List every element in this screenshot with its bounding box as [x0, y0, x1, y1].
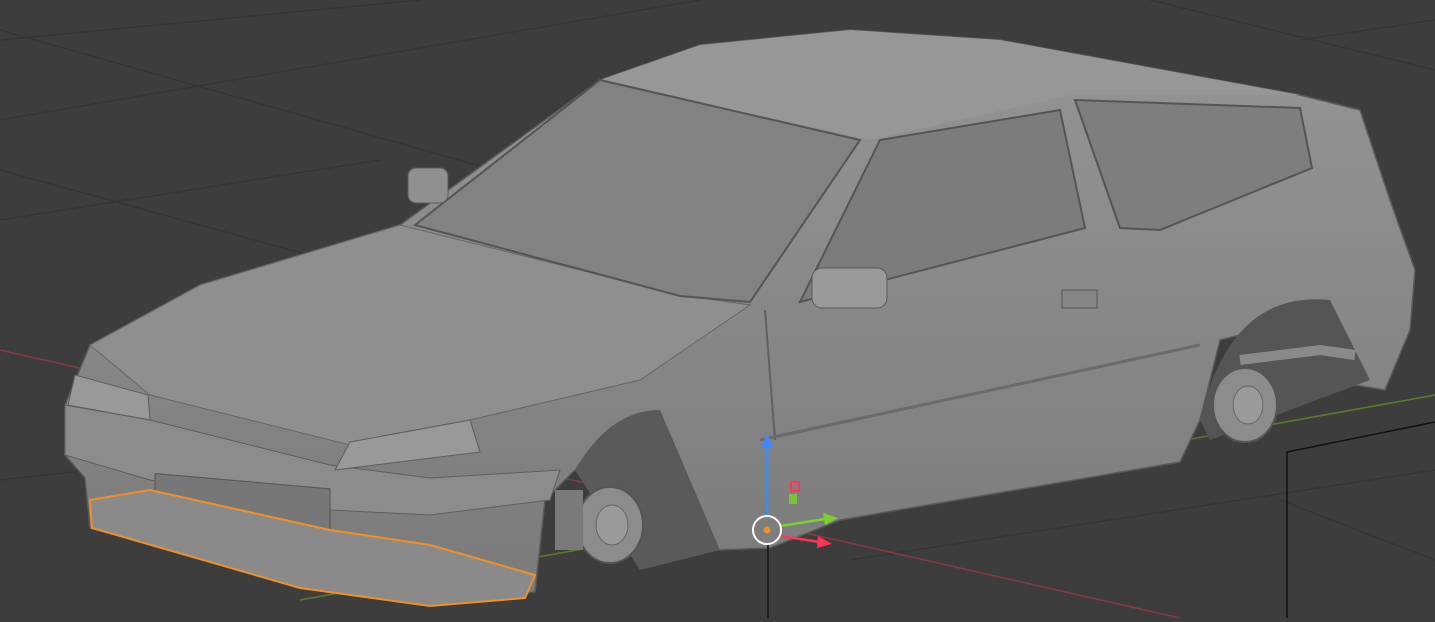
car-model[interactable]: [64, 29, 1416, 608]
door-handle: [1061, 289, 1098, 309]
3d-viewport[interactable]: [0, 0, 1435, 619]
rear-brake-disc: [1212, 367, 1278, 443]
hood-mirror: [407, 167, 449, 204]
viewport-canvas[interactable]: [0, 0, 1435, 619]
camera-frame-outline: [1286, 421, 1435, 618]
yz-plane-handle[interactable]: [789, 494, 797, 504]
side-mirror: [811, 267, 888, 309]
origin-dot: [763, 526, 771, 534]
